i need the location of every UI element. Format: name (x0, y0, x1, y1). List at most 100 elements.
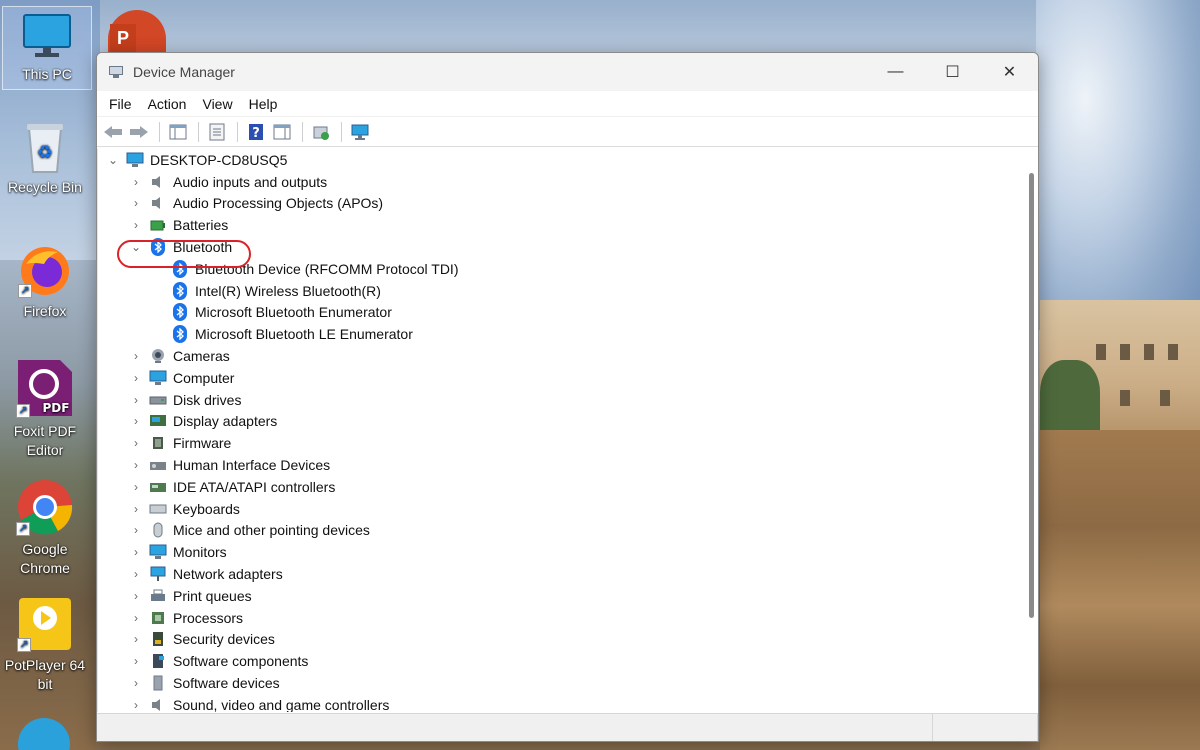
tree-category-print-queues[interactable]: › Print queues (98, 585, 1024, 607)
title-bar[interactable]: Device Manager — ☐ ✕ (97, 53, 1038, 91)
disk-icon (149, 391, 167, 409)
update-driver-icon[interactable] (309, 121, 333, 143)
tree-category-sound-video-and-game-controllers[interactable]: › Sound, video and game controllers (98, 694, 1024, 712)
tree-category-software-components[interactable]: › Software components (98, 650, 1024, 672)
chevron-right-icon[interactable]: › (129, 218, 143, 232)
chevron-right-icon[interactable]: › (129, 393, 143, 407)
chevron-right-icon[interactable]: › (129, 676, 143, 690)
tree-device-item-label: Intel(R) Wireless Bluetooth(R) (195, 282, 381, 299)
tree-device-item[interactable]: Microsoft Bluetooth Enumerator (98, 302, 1024, 324)
tree-category-firmware-label: Firmware (173, 435, 232, 452)
chevron-right-icon[interactable]: › (129, 523, 143, 537)
chevron-right-icon[interactable]: › (129, 632, 143, 646)
tree-category-keyboards[interactable]: › Keyboards (98, 498, 1024, 520)
bluetooth-icon (171, 325, 189, 344)
properties-icon[interactable] (205, 121, 229, 143)
tree-category-firmware[interactable]: › Firmware (98, 432, 1024, 454)
desktop-icon-label: This PC (22, 66, 72, 82)
keyboard-icon (149, 500, 167, 518)
chrome-icon: ↗ (16, 478, 74, 536)
tree-category-cameras[interactable]: › Cameras (98, 345, 1024, 367)
action-pane-icon[interactable] (270, 121, 294, 143)
tree-category-network-adapters-label: Network adapters (173, 566, 283, 583)
scrollbar-thumb[interactable] (1029, 173, 1034, 618)
chevron-right-icon[interactable]: › (129, 698, 143, 712)
tree-category-audio-processing-objects-apos[interactable]: › Audio Processing Objects (APOs) (98, 193, 1024, 215)
chevron-right-icon[interactable]: › (129, 349, 143, 363)
tree-category-software-devices[interactable]: › Software devices (98, 672, 1024, 694)
chevron-right-icon[interactable]: › (129, 611, 143, 625)
forward-arrow-icon[interactable] (127, 121, 151, 143)
chevron-down-icon[interactable]: ⌄ (106, 153, 120, 167)
vertical-scrollbar[interactable] (1024, 149, 1038, 712)
tree-category-processors-label: Processors (173, 609, 244, 626)
chevron-right-icon[interactable]: › (129, 545, 143, 559)
close-button[interactable]: ✕ (981, 53, 1038, 91)
tree-category-processors[interactable]: › Processors (98, 607, 1024, 629)
network-icon (149, 565, 167, 583)
desktop-icon-chrome[interactable]: ↗ Google Chrome (0, 478, 90, 578)
menu-file[interactable]: File (101, 96, 140, 112)
computer-icon (126, 151, 144, 169)
desktop-icon-foxit[interactable]: PDF ↗ Foxit PDF Editor (0, 358, 90, 460)
chevron-right-icon[interactable]: › (129, 589, 143, 603)
tree-device-item[interactable]: Intel(R) Wireless Bluetooth(R) (98, 280, 1024, 302)
desktop-icon-firefox[interactable]: ↗ Firefox (0, 244, 90, 321)
tree-category-mice-and-other-pointing-devices-label: Mice and other pointing devices (173, 522, 370, 539)
tree-category-human-interface-devices-label: Human Interface Devices (173, 457, 331, 474)
menu-action[interactable]: Action (140, 96, 195, 112)
toolbar-divider (302, 121, 303, 142)
tree-category-display-adapters[interactable]: › Display adapters (98, 411, 1024, 433)
tree-category-batteries[interactable]: › Batteries (98, 214, 1024, 236)
tree-category-ide-ata-atapi-controllers-label: IDE ATA/ATAPI controllers (173, 478, 336, 495)
software-device-icon (149, 674, 167, 692)
shortcut-arrow-icon: ↗ (18, 284, 32, 298)
tree-category-security-devices[interactable]: › Security devices (98, 629, 1024, 651)
bluetooth-highlight-annotation (117, 240, 251, 268)
tree-category-print-queues-label: Print queues (173, 587, 252, 604)
maximize-button[interactable]: ☐ (924, 53, 981, 91)
wallpaper-cliff (1040, 430, 1200, 750)
tree-category-monitors[interactable]: › Monitors (98, 541, 1024, 563)
scan-hardware-icon[interactable] (348, 121, 372, 143)
chevron-right-icon[interactable]: › (129, 502, 143, 516)
device-tree[interactable]: ⌄ DESKTOP-CD8USQ5 › Audio inputs and outp… (97, 149, 1024, 712)
chevron-right-icon[interactable]: › (129, 414, 143, 428)
desktop-icon-label: Recycle Bin (8, 179, 82, 195)
camera-icon (149, 347, 167, 365)
tree-category-batteries-label: Batteries (173, 217, 229, 234)
chevron-right-icon[interactable]: › (129, 436, 143, 450)
tree-root[interactable]: ⌄ DESKTOP-CD8USQ5 (98, 149, 1024, 171)
chevron-right-icon[interactable]: › (129, 654, 143, 668)
recycle-bin-icon: ♻ (23, 120, 67, 174)
tree-category-human-interface-devices[interactable]: › Human Interface Devices (98, 454, 1024, 476)
tree-category-network-adapters[interactable]: › Network adapters (98, 563, 1024, 585)
chevron-right-icon[interactable]: › (129, 175, 143, 189)
show-hide-console-tree-icon[interactable] (166, 121, 190, 143)
menu-help[interactable]: Help (241, 96, 286, 112)
minimize-button[interactable]: — (867, 53, 924, 91)
tree-device-item-label: Microsoft Bluetooth LE Enumerator (195, 326, 413, 343)
desktop-icon-this-pc[interactable]: This PC (2, 6, 92, 90)
bluetooth-icon (171, 281, 189, 300)
ide-icon (149, 478, 167, 496)
tree-category-ide-ata-atapi-controllers[interactable]: › IDE ATA/ATAPI controllers (98, 476, 1024, 498)
menu-view[interactable]: View (194, 96, 240, 112)
chevron-right-icon[interactable]: › (129, 196, 143, 210)
chevron-right-icon[interactable]: › (129, 371, 143, 385)
chevron-right-icon[interactable]: › (129, 480, 143, 494)
tree-category-computer[interactable]: › Computer (98, 367, 1024, 389)
monitor-icon (149, 369, 167, 387)
tree-category-audio-inputs-and-outputs-label: Audio inputs and outputs (173, 173, 328, 190)
tree-category-mice-and-other-pointing-devices[interactable]: › Mice and other pointing devices (98, 520, 1024, 542)
desktop-icon-recycle-bin[interactable]: ♻ Recycle Bin (0, 120, 90, 197)
tree-category-disk-drives[interactable]: › Disk drives (98, 389, 1024, 411)
help-icon[interactable]: ? (244, 121, 268, 143)
tree-device-item[interactable]: Microsoft Bluetooth LE Enumerator (98, 323, 1024, 345)
back-arrow-icon[interactable] (101, 121, 125, 143)
monitor-icon (149, 543, 167, 561)
chevron-right-icon[interactable]: › (129, 458, 143, 472)
desktop-icon-potplayer[interactable]: ↗ PotPlayer 64 bit (0, 596, 90, 694)
tree-category-audio-inputs-and-outputs[interactable]: › Audio inputs and outputs (98, 171, 1024, 193)
chevron-right-icon[interactable]: › (129, 567, 143, 581)
